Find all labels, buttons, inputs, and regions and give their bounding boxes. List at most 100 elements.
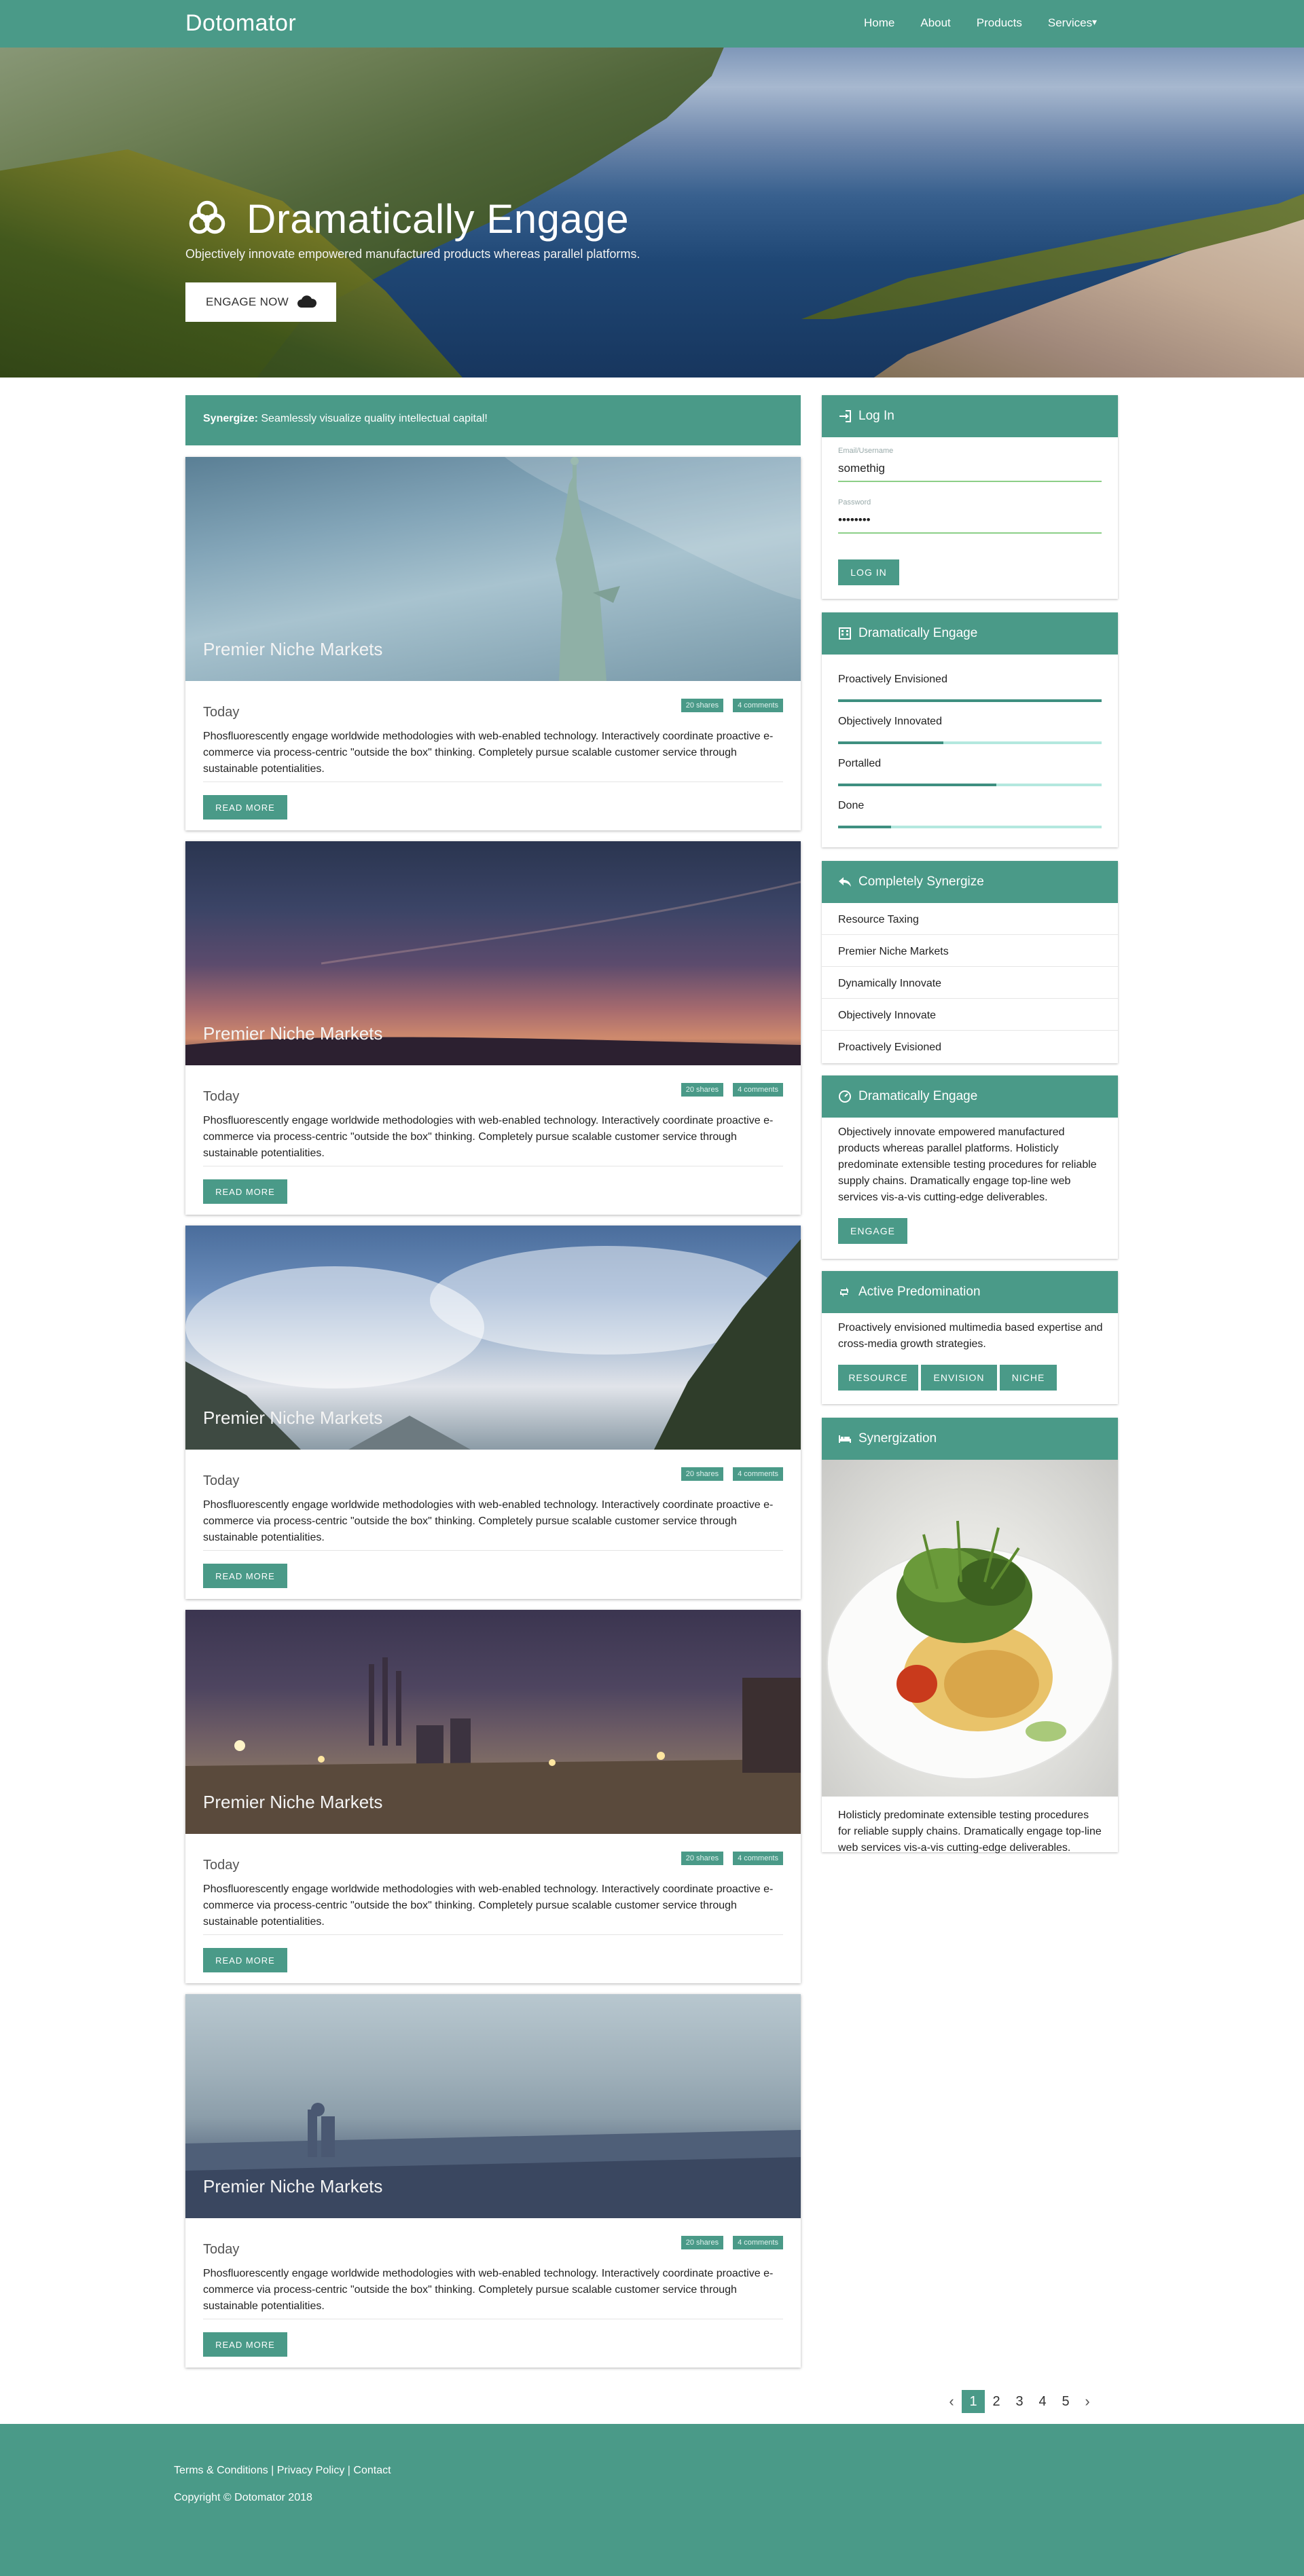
post-card: Premier Niche Markets Today 20 shares 4 … bbox=[185, 457, 801, 830]
list-item[interactable]: Dynamically Innovate bbox=[822, 967, 1118, 999]
post-card: Premier Niche Markets Today 20 shares 4 … bbox=[185, 1994, 801, 2368]
shares-badge[interactable]: 20 shares bbox=[681, 1467, 724, 1481]
read-more-button[interactable]: READ MORE bbox=[203, 1948, 287, 1972]
bed-icon bbox=[839, 1435, 851, 1443]
list-item[interactable]: Proactively Evisioned bbox=[822, 1031, 1118, 1063]
engage-panel-text: Objectively innovate empowered manufactu… bbox=[838, 1126, 1097, 1203]
post-image-title: Premier Niche Markets bbox=[203, 639, 383, 659]
page-5[interactable]: 5 bbox=[1054, 2390, 1077, 2413]
services-caret-icon[interactable]: ▾ bbox=[1092, 16, 1097, 28]
shares-badge[interactable]: 20 shares bbox=[681, 2236, 724, 2249]
post-image[interactable]: Premier Niche Markets bbox=[185, 1226, 801, 1450]
progress-panel-title: Dramatically Engage bbox=[858, 626, 978, 640]
next-page-icon[interactable]: › bbox=[1077, 2393, 1098, 2410]
comments-badge[interactable]: 4 comments bbox=[733, 1083, 783, 1097]
post-badges: 20 shares 4 comments bbox=[681, 1083, 783, 1097]
food-plate-illustration bbox=[827, 1520, 1113, 1780]
post-badges: 20 shares 4 comments bbox=[681, 1852, 783, 1865]
navbar: Dotomator Home About Products Services ▾ bbox=[0, 0, 1304, 48]
login-button[interactable]: LOG IN bbox=[838, 559, 899, 585]
page-4[interactable]: 4 bbox=[1031, 2390, 1054, 2413]
engage-button[interactable]: ENGAGE bbox=[838, 1218, 907, 1244]
list-panel-title: Completely Synergize bbox=[858, 875, 984, 889]
shares-badge[interactable]: 20 shares bbox=[681, 1852, 724, 1865]
hero-banner: Dramatically Engage Objectively innovate… bbox=[0, 48, 1304, 378]
read-more-button[interactable]: READ MORE bbox=[203, 2332, 287, 2357]
nav-products[interactable]: Products bbox=[977, 16, 1022, 30]
list-item[interactable]: Objectively Innovate bbox=[822, 999, 1118, 1031]
synergization-panel-text: Holisticly predominate extensible testin… bbox=[838, 1809, 1102, 1854]
post-card: Premier Niche Markets Today 20 shares 4 … bbox=[185, 1226, 801, 1599]
post-date: Today bbox=[203, 2242, 240, 2257]
post-image[interactable]: Premier Niche Markets bbox=[185, 1610, 801, 1834]
hero-title: Dramatically Engage bbox=[247, 196, 630, 242]
retweet-icon bbox=[840, 1287, 848, 1297]
login-panel: Log In Email/Username Password LOG IN bbox=[822, 395, 1118, 599]
post-date: Today bbox=[203, 1858, 240, 1873]
comments-badge[interactable]: 4 comments bbox=[733, 2236, 783, 2249]
nav-home[interactable]: Home bbox=[864, 16, 894, 30]
post-badges: 20 shares 4 comments bbox=[681, 1467, 783, 1481]
nav-links: Home About Products Services bbox=[864, 16, 1118, 30]
progress-item: Done bbox=[838, 800, 1102, 828]
brand-logo[interactable]: Dotomator bbox=[185, 10, 296, 37]
post-image-title: Premier Niche Markets bbox=[203, 1407, 383, 1428]
read-more-button[interactable]: READ MORE bbox=[203, 1564, 287, 1588]
carousel-image[interactable] bbox=[822, 1460, 1118, 1797]
login-panel-header: Log In bbox=[822, 395, 1118, 437]
post-image[interactable]: Premier Niche Markets bbox=[185, 457, 801, 681]
post-divider bbox=[203, 1934, 783, 1935]
progress-fill bbox=[838, 699, 1102, 702]
engage-now-label: ENGAGE NOW bbox=[206, 295, 289, 308]
synergization-panel-title: Synergization bbox=[858, 1431, 937, 1446]
post-date: Today bbox=[203, 705, 240, 720]
dashboard-icon bbox=[839, 1090, 851, 1103]
email-input[interactable] bbox=[838, 456, 1102, 482]
shares-badge[interactable]: 20 shares bbox=[681, 699, 724, 712]
comments-badge[interactable]: 4 comments bbox=[733, 1467, 783, 1481]
list-item[interactable]: Resource Taxing bbox=[822, 903, 1118, 935]
engage-panel: Dramatically Engage Objectively innovate… bbox=[822, 1075, 1118, 1259]
post-excerpt: Phosfluorescently engage worldwide metho… bbox=[203, 1499, 774, 1543]
nav-services[interactable]: Services bbox=[1048, 16, 1092, 30]
resource-button[interactable]: RESOURCE bbox=[838, 1365, 918, 1391]
predomination-panel-text: Proactively envisioned multimedia based … bbox=[838, 1322, 1103, 1350]
email-label: Email/Username bbox=[838, 447, 894, 455]
post-image[interactable]: Premier Niche Markets bbox=[185, 841, 801, 1065]
engage-panel-title: Dramatically Engage bbox=[858, 1089, 978, 1103]
list-item[interactable]: Premier Niche Markets bbox=[822, 935, 1118, 967]
progress-track bbox=[838, 741, 1102, 744]
shares-badge[interactable]: 20 shares bbox=[681, 1083, 724, 1097]
building-icon bbox=[839, 627, 851, 640]
read-more-button[interactable]: READ MORE bbox=[203, 1179, 287, 1204]
progress-item: Portalled bbox=[838, 758, 1102, 786]
read-more-button[interactable]: READ MORE bbox=[203, 795, 287, 820]
footer-links[interactable]: Terms & Conditions | Privacy Policy | Co… bbox=[174, 2465, 391, 2477]
alert-text: Seamlessly visualize quality intellectua… bbox=[257, 413, 488, 424]
post-excerpt: Phosfluorescently engage worldwide metho… bbox=[203, 731, 774, 775]
page-3[interactable]: 3 bbox=[1008, 2390, 1031, 2413]
progress-label: Proactively Envisioned bbox=[838, 674, 947, 685]
progress-label: Portalled bbox=[838, 758, 882, 769]
progress-item: Objectively Innovated bbox=[838, 716, 1102, 744]
prev-page-icon[interactable]: ‹ bbox=[941, 2393, 962, 2410]
progress-panel: Dramatically Engage Proactively Envision… bbox=[822, 612, 1118, 847]
post-excerpt: Phosfluorescently engage worldwide metho… bbox=[203, 1883, 774, 1928]
engage-now-button[interactable]: ENGAGE NOW bbox=[185, 282, 336, 322]
page-2[interactable]: 2 bbox=[985, 2390, 1008, 2413]
post-image-title: Premier Niche Markets bbox=[203, 1792, 383, 1812]
post-date: Today bbox=[203, 1089, 240, 1104]
progress-fill bbox=[838, 826, 891, 828]
post-image[interactable]: Premier Niche Markets bbox=[185, 1994, 801, 2218]
password-input[interactable] bbox=[838, 508, 1102, 534]
post-badges: 20 shares 4 comments bbox=[681, 699, 783, 712]
envision-button[interactable]: ENVISION bbox=[921, 1365, 997, 1391]
nav-about[interactable]: About bbox=[920, 16, 950, 30]
page-1[interactable]: 1 bbox=[962, 2390, 985, 2413]
niche-button[interactable]: NICHE bbox=[1000, 1365, 1057, 1391]
sign-in-icon bbox=[839, 410, 851, 422]
comments-badge[interactable]: 4 comments bbox=[733, 699, 783, 712]
progress-track bbox=[838, 699, 1102, 702]
alert-strong: Synergize: bbox=[203, 413, 258, 424]
comments-badge[interactable]: 4 comments bbox=[733, 1852, 783, 1865]
